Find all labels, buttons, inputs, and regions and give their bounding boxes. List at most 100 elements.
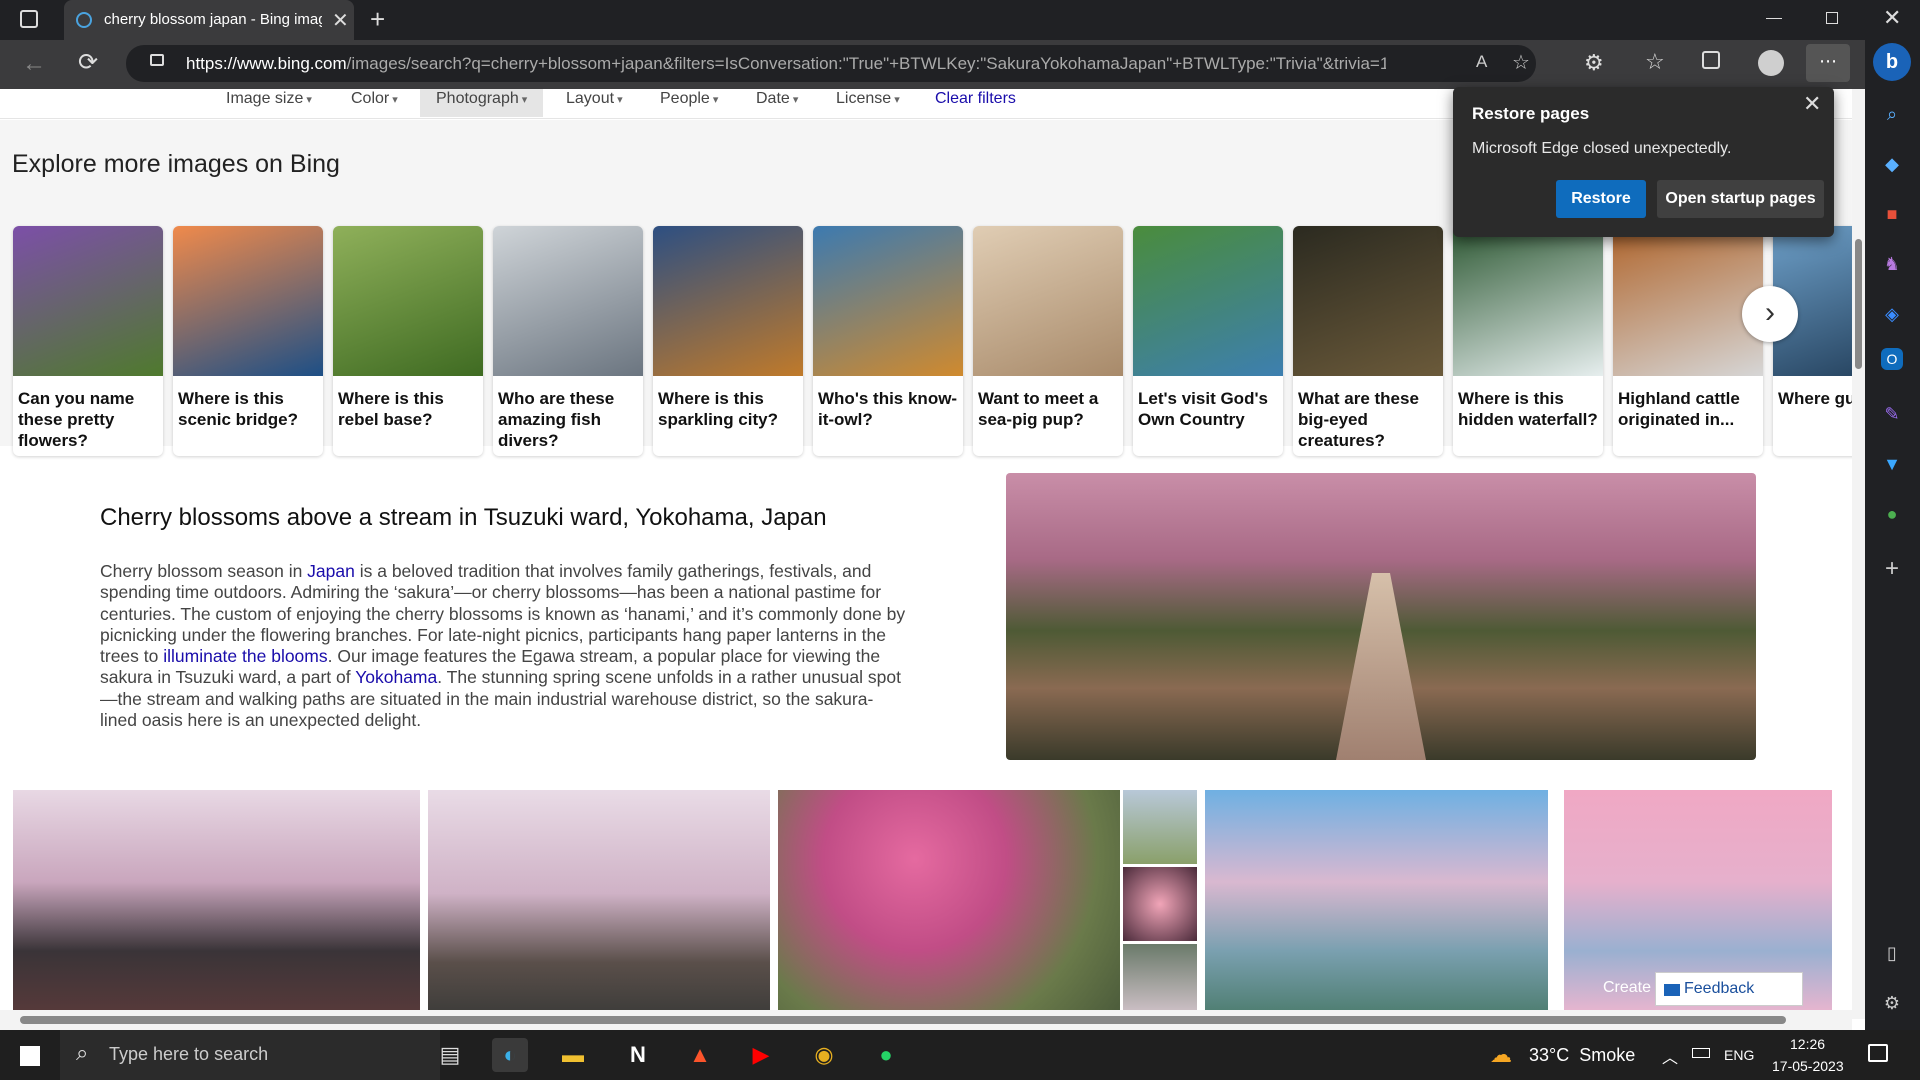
- battery-icon[interactable]: [1692, 1048, 1710, 1058]
- explore-card[interactable]: Who's this know-it-owl?: [813, 226, 963, 456]
- explore-card-image: [13, 226, 163, 376]
- drop-icon[interactable]: ▼: [1876, 448, 1908, 480]
- tab-actions-icon[interactable]: [20, 10, 38, 28]
- grid-image-2[interactable]: [428, 790, 770, 1020]
- url-text[interactable]: https://www.bing.com/images/search?q=che…: [186, 54, 1386, 74]
- collections-icon[interactable]: [1702, 51, 1720, 69]
- brave-icon[interactable]: ▲: [682, 1038, 718, 1072]
- explore-card[interactable]: Highland cattle originated in...: [1613, 226, 1763, 456]
- vertical-scrollbar[interactable]: [1852, 89, 1865, 1019]
- explore-card[interactable]: Who are these amazing fish divers?: [493, 226, 643, 456]
- new-tab-button[interactable]: +: [370, 4, 385, 35]
- games-icon[interactable]: ♞: [1876, 248, 1908, 280]
- more-menu-icon[interactable]: ⋯: [1806, 44, 1850, 82]
- yokohama-link[interactable]: Yokohama: [355, 667, 437, 687]
- explore-card[interactable]: Let's visit God's Own Country: [1133, 226, 1283, 456]
- filter-image-size[interactable]: Image size: [226, 89, 312, 115]
- tree-icon[interactable]: ●: [1876, 498, 1908, 530]
- profile-avatar[interactable]: [1758, 50, 1784, 76]
- tray-chevron-icon[interactable]: ︿: [1662, 1044, 1678, 1068]
- clock-date[interactable]: 17-05-2023: [1772, 1058, 1844, 1074]
- minimize-button[interactable]: [1766, 18, 1782, 19]
- illuminate-blooms-link[interactable]: illuminate the blooms: [163, 646, 327, 666]
- explore-card[interactable]: Where is this sparkling city?: [653, 226, 803, 456]
- refresh-icon[interactable]: ⟳: [78, 48, 98, 77]
- notion-icon[interactable]: N: [620, 1038, 656, 1072]
- add-sidebar-app-icon[interactable]: +: [1876, 553, 1908, 585]
- url-box[interactable]: https://www.bing.com/images/search?q=che…: [126, 45, 1536, 82]
- explore-card[interactable]: What are these big-eyed creatures?: [1293, 226, 1443, 456]
- filter-color[interactable]: Color: [351, 89, 398, 115]
- explore-card[interactable]: Where guys s: [1773, 226, 1852, 456]
- grid-image-4a[interactable]: [1123, 790, 1197, 864]
- language-indicator[interactable]: ENG: [1724, 1047, 1754, 1063]
- explore-card[interactable]: Where is this scenic bridge?: [173, 226, 323, 456]
- clock-time[interactable]: 12:26: [1790, 1036, 1825, 1052]
- search-icon[interactable]: ⌕: [1876, 98, 1908, 130]
- popup-title: Restore pages: [1472, 104, 1590, 123]
- edge-taskbar-icon[interactable]: ◐: [492, 1038, 528, 1072]
- task-view-icon[interactable]: ▤: [432, 1038, 468, 1072]
- explore-card-caption: Let's visit God's Own Country: [1138, 389, 1268, 429]
- whatsapp-icon[interactable]: ●: [868, 1038, 904, 1072]
- explore-card[interactable]: Where is this rebel base?: [333, 226, 483, 456]
- open-startup-pages-button[interactable]: Open startup pages: [1657, 180, 1824, 218]
- filter-license[interactable]: License: [836, 89, 900, 115]
- horizontal-scrollbar[interactable]: [0, 1010, 1852, 1030]
- url-domain: https://www.bing.com: [186, 54, 347, 73]
- featured-image[interactable]: [1006, 473, 1756, 760]
- sidebar-layout-icon[interactable]: ▯: [1876, 937, 1908, 969]
- japan-link[interactable]: Japan: [307, 561, 355, 581]
- explore-card[interactable]: Where is this hidden waterfall?: [1453, 226, 1603, 456]
- weather-icon[interactable]: ☁: [1490, 1042, 1512, 1068]
- outlook-icon[interactable]: O: [1881, 348, 1903, 370]
- weather-text[interactable]: 33°C Smoke: [1529, 1045, 1635, 1066]
- extensions-icon[interactable]: ⚙: [1584, 50, 1604, 76]
- next-arrow-button[interactable]: ›: [1742, 286, 1798, 342]
- grid-image-3[interactable]: [778, 790, 1120, 1020]
- explore-card[interactable]: Want to meet a sea-pig pup?: [973, 226, 1123, 456]
- favorites-icon[interactable]: ☆: [1645, 49, 1665, 75]
- feedback-button[interactable]: Feedback: [1655, 972, 1803, 1006]
- tab-close-icon[interactable]: ✕: [332, 8, 349, 33]
- taskbar-search-box[interactable]: ⌕ Type here to search: [60, 1030, 440, 1080]
- grid-image-4b[interactable]: [1123, 867, 1197, 941]
- back-arrow-icon[interactable]: ←: [22, 50, 46, 78]
- explore-card-caption: Where is this sparkling city?: [658, 389, 778, 429]
- title-bar: cherry blossom japan - Bing imag ✕ + ✕: [0, 0, 1920, 40]
- grid-image-4c[interactable]: [1123, 944, 1197, 1020]
- close-window-button[interactable]: ✕: [1883, 5, 1901, 31]
- restore-window-button[interactable]: [1826, 12, 1838, 24]
- popup-close-icon[interactable]: ✕: [1803, 91, 1821, 117]
- filter-people[interactable]: People: [660, 89, 718, 115]
- notifications-icon[interactable]: [1868, 1044, 1888, 1062]
- filter-date[interactable]: Date: [756, 89, 798, 115]
- lock-icon: [150, 54, 164, 66]
- explore-card-caption: Can you name these pretty flowers?: [18, 389, 135, 450]
- explore-card[interactable]: Can you name these pretty flowers?: [13, 226, 163, 456]
- windows-taskbar: ⌕ Type here to search ▤ ◐ ▬ N ▲ ▶ ◉ ● ☁ …: [0, 1030, 1920, 1080]
- clear-filters-link[interactable]: Clear filters: [935, 89, 1016, 109]
- youtube-icon[interactable]: ▶: [743, 1038, 779, 1072]
- chrome-icon[interactable]: ◉: [806, 1038, 842, 1072]
- horizontal-scroll-thumb[interactable]: [20, 1016, 1786, 1024]
- bing-chat-icon[interactable]: b: [1873, 43, 1911, 81]
- designer-icon[interactable]: ✎: [1876, 398, 1908, 430]
- filter-photograph[interactable]: Photograph: [420, 89, 544, 117]
- read-aloud-icon[interactable]: A: [1476, 52, 1487, 72]
- settings-gear-icon[interactable]: ⚙: [1876, 987, 1908, 1019]
- grid-image-5[interactable]: [1205, 790, 1548, 1020]
- microsoft-365-icon[interactable]: ◈: [1876, 298, 1908, 330]
- browser-tab[interactable]: cherry blossom japan - Bing imag ✕: [64, 0, 354, 40]
- vertical-scroll-thumb[interactable]: [1855, 239, 1862, 369]
- tools-icon[interactable]: ■: [1876, 198, 1908, 230]
- file-explorer-icon[interactable]: ▬: [555, 1038, 591, 1072]
- restore-button[interactable]: Restore: [1556, 180, 1646, 218]
- windows-start-icon[interactable]: [20, 1046, 40, 1066]
- taskbar-search-placeholder: Type here to search: [109, 1044, 269, 1064]
- create-button[interactable]: Create: [1603, 979, 1651, 997]
- filter-layout[interactable]: Layout: [566, 89, 623, 115]
- grid-image-1[interactable]: [13, 790, 420, 1020]
- shopping-tag-icon[interactable]: ◆: [1876, 148, 1908, 180]
- favorite-star-icon[interactable]: ☆: [1512, 50, 1530, 75]
